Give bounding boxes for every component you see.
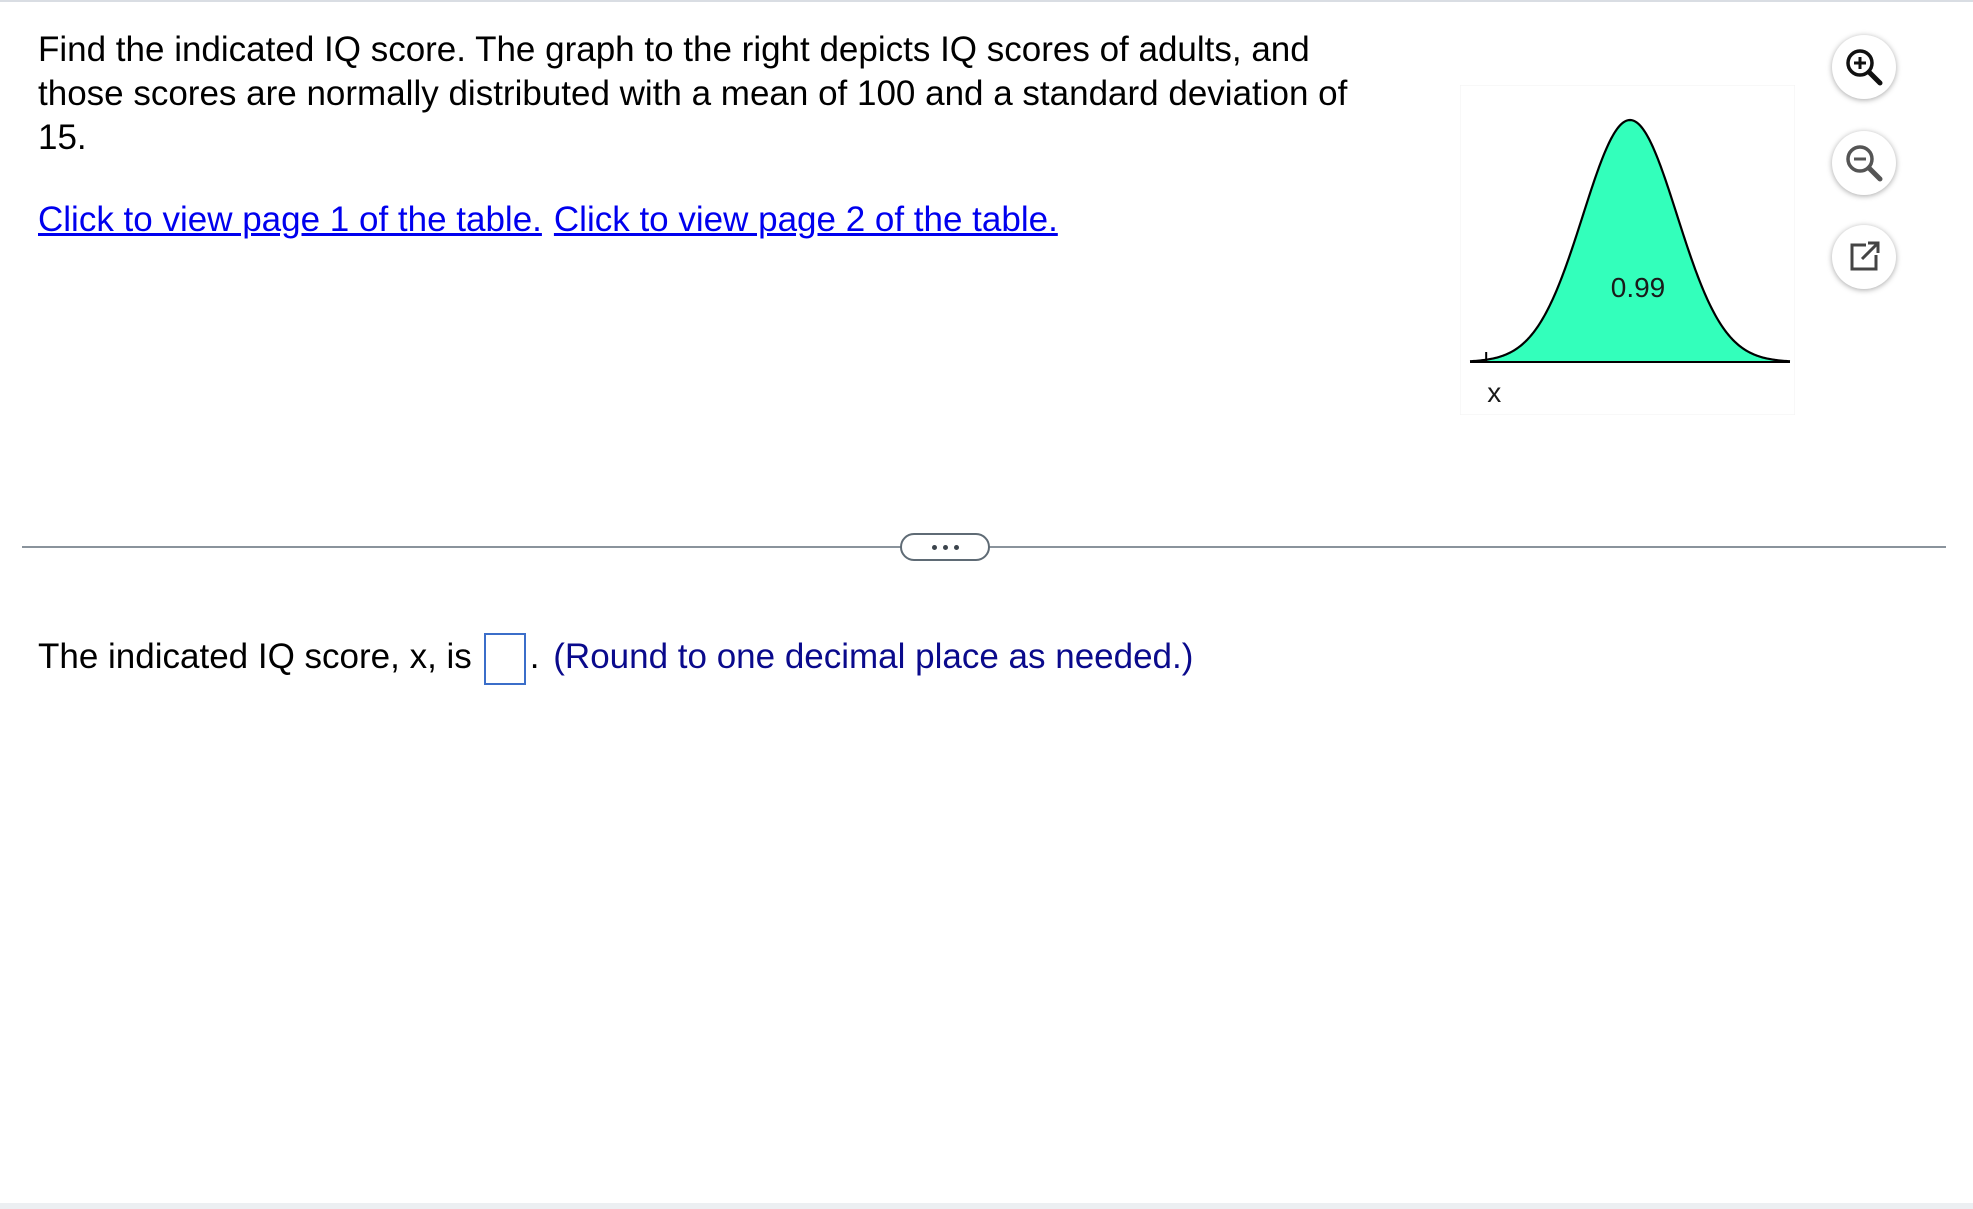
normal-distribution-graph: 0.99 x (1460, 85, 1795, 415)
dot-icon (931, 544, 937, 550)
dot-icon (953, 544, 959, 550)
bell-curve-svg: 0.99 x (1460, 85, 1795, 415)
question-text: Find the indicated IQ score. The graph t… (38, 30, 1348, 157)
external-link-icon (1850, 241, 1880, 271)
area-label: 0.99 (1611, 272, 1666, 303)
zoom-out-button[interactable] (1832, 131, 1896, 195)
open-external-button[interactable] (1832, 225, 1896, 289)
answer-prefix: The indicated IQ score, x, is (38, 637, 472, 676)
table-page-2-link[interactable]: Click to view page 2 of the table. (554, 200, 1058, 239)
bottom-border (0, 1203, 1973, 1209)
table-page-1-link[interactable]: Click to view page 1 of the table. (38, 200, 542, 239)
x-label: x (1487, 377, 1501, 408)
dot-icon (942, 544, 948, 550)
zoom-in-button[interactable] (1832, 35, 1896, 99)
answer-line: The indicated IQ score, x, is. (Round to… (38, 632, 1193, 685)
answer-input[interactable] (483, 632, 526, 685)
rounding-note: (Round to one decimal place as needed.) (553, 637, 1194, 676)
zoom-out-icon (1846, 145, 1883, 182)
more-options-button[interactable] (900, 533, 990, 561)
zoom-in-icon (1846, 49, 1883, 86)
top-border (0, 0, 1973, 2)
answer-suffix: . (529, 637, 540, 676)
table-links: Click to view page 1 of the table. Click … (38, 198, 1058, 242)
